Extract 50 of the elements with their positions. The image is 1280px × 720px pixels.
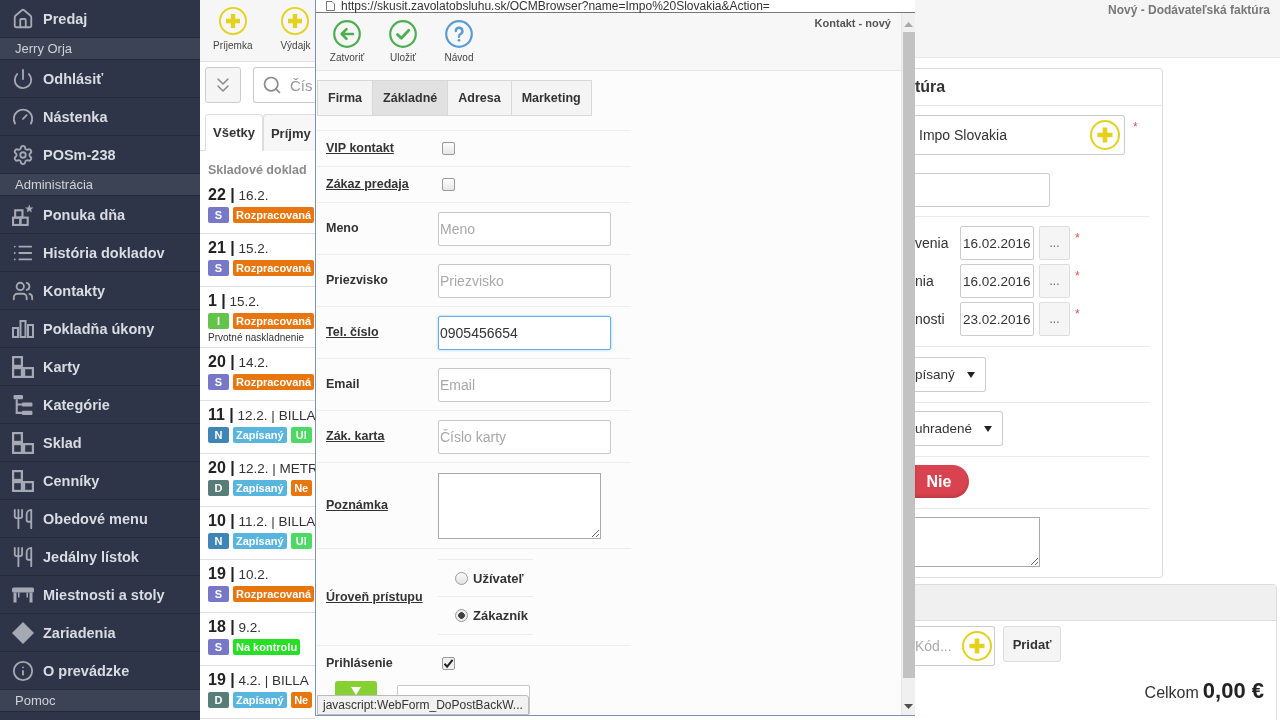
document-tag: Ne bbox=[290, 692, 312, 708]
required-mark: * bbox=[1075, 307, 1080, 321]
document-tag: Zapísaný bbox=[233, 480, 287, 496]
date-label: nia bbox=[915, 272, 935, 291]
document-tag: S bbox=[208, 207, 229, 223]
document-tag: I bbox=[208, 313, 229, 329]
sidebar-section-heading: Administrácia bbox=[0, 174, 200, 196]
document-tag: Rozpracovaná bbox=[233, 207, 315, 223]
document-tag: N bbox=[208, 427, 229, 443]
document-tag: Rozpracovaná bbox=[233, 313, 315, 329]
document-tag: Na kontrolu bbox=[233, 639, 301, 655]
card-title: túra bbox=[915, 78, 946, 96]
field-label: Email bbox=[326, 377, 361, 392]
document-tag: S bbox=[208, 639, 229, 655]
date-label: nosti bbox=[915, 310, 946, 329]
status-tooltip: javascript:WebForm_DoPostBackW... bbox=[317, 695, 529, 715]
sidebar-section-heading: Jerry Orja bbox=[0, 38, 200, 60]
document-tag: S bbox=[208, 586, 229, 602]
document-tag: S bbox=[208, 260, 229, 276]
sidebar-section-heading: Pomoc bbox=[0, 690, 200, 712]
document-tag: Rozpracovaná bbox=[233, 374, 315, 390]
dialog-title: Kontakt - nový bbox=[814, 17, 892, 29]
list-heading: Skladové doklad bbox=[207, 162, 308, 179]
option-label: Užívateľ bbox=[473, 570, 524, 586]
document-tag: Zapísaný bbox=[233, 533, 287, 549]
document-tag: D bbox=[208, 692, 229, 708]
document-tag: Zapísaný bbox=[233, 692, 287, 708]
required-mark: * bbox=[1075, 231, 1080, 245]
field-label: Prihlásenie bbox=[326, 656, 394, 671]
option-label: Zákazník bbox=[473, 608, 528, 623]
url-text: https://skusit.zavolatobsluhu.sk/OCMBrowser?name=Impo%20Slovakia&Action= bbox=[341, 0, 770, 12]
required-mark: * bbox=[1133, 120, 1138, 134]
total-value: 0,00 € bbox=[1202, 678, 1264, 704]
document-tag: Ul bbox=[290, 533, 312, 549]
document-tag: Ul bbox=[290, 427, 312, 443]
document-tag: Rozpracovaná bbox=[233, 586, 315, 602]
document-note: Prvotné naskladnenie bbox=[208, 332, 305, 343]
document-tag: Rozpracovaná bbox=[233, 260, 315, 276]
document-tag: N bbox=[208, 533, 229, 549]
date-label: venia bbox=[915, 234, 950, 253]
total-label: Celkom bbox=[1144, 684, 1199, 702]
document-tag: Ne bbox=[290, 480, 312, 496]
field-label: Meno bbox=[326, 221, 360, 236]
document-tag: D bbox=[208, 480, 229, 496]
document-tag: Zapísaný bbox=[233, 427, 287, 443]
field-label: Priezvisko bbox=[326, 273, 389, 288]
required-mark: * bbox=[1075, 269, 1080, 283]
field-value: Impo Slovakia bbox=[919, 127, 1007, 143]
page-title: Nový - Dodávateľská faktúra bbox=[1107, 3, 1270, 17]
document-tag: S bbox=[208, 374, 229, 390]
